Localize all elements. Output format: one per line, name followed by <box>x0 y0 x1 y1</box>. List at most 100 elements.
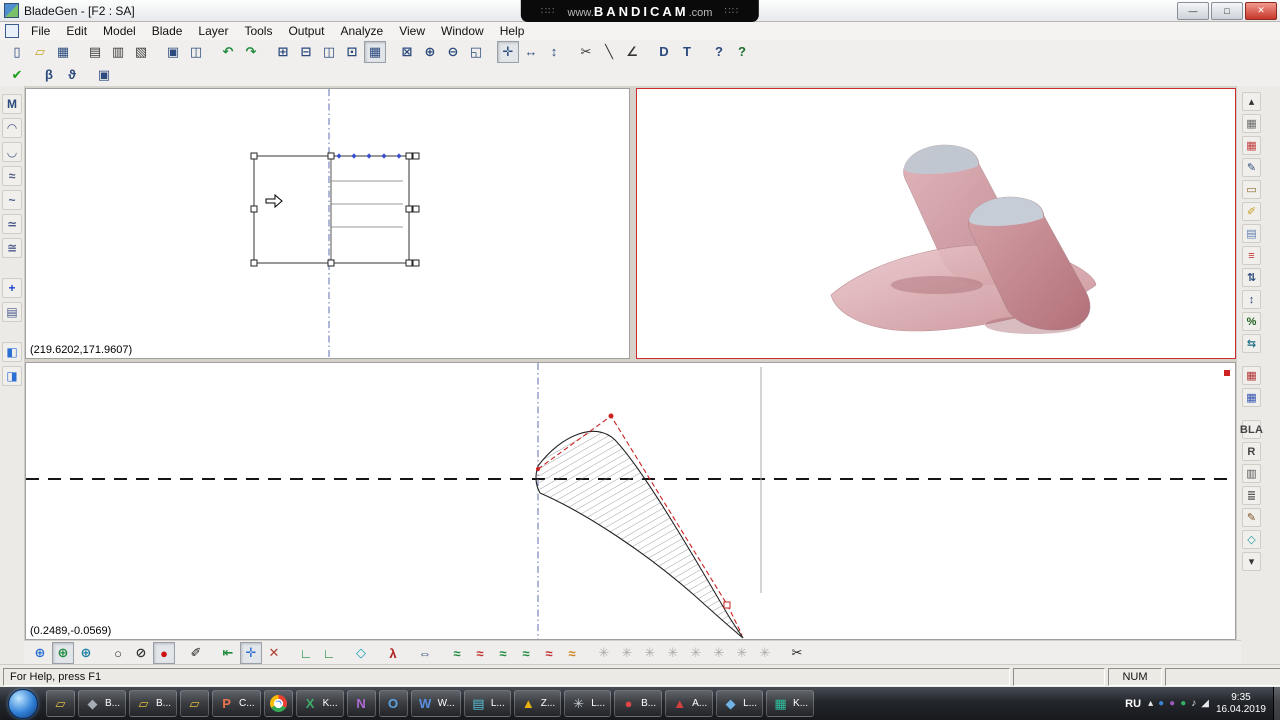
scroll-down-icon[interactable]: ▾ <box>1242 552 1261 571</box>
tangent-left-icon[interactable]: ∟ <box>295 642 317 664</box>
disabled-tool-icon[interactable]: ✳ <box>639 642 661 664</box>
curve-edit-icon[interactable]: ≈ <box>538 642 560 664</box>
marker-pencil-icon[interactable]: ✐ <box>1242 202 1261 221</box>
split-vertical-icon[interactable]: ◫ <box>318 41 340 63</box>
report-grid-icon[interactable]: ▥ <box>1242 464 1261 483</box>
taskbar-chrome[interactable]: ● <box>263 690 293 717</box>
menu-item[interactable]: Window <box>433 22 492 40</box>
disabled-tool-icon[interactable]: ✳ <box>685 642 707 664</box>
palette-icon[interactable]: ▦ <box>1242 136 1261 155</box>
tray-app-green-icon[interactable]: ● <box>1180 698 1186 709</box>
taskbar-editor[interactable]: ▤ L... <box>463 690 511 717</box>
undo-icon[interactable]: ↶ <box>217 41 239 63</box>
save-icon[interactable]: ▦ <box>52 41 74 63</box>
close-button[interactable]: ✕ <box>1245 1 1277 20</box>
show-desktop-button[interactable] <box>1273 687 1280 720</box>
fit-view-icon[interactable]: ⊠ <box>396 41 418 63</box>
text-output-icon[interactable]: T <box>676 41 698 63</box>
new-file-icon[interactable]: ▯ <box>6 41 28 63</box>
taskbar-bandicam[interactable]: ● B... <box>614 690 663 717</box>
curve-edit-icon[interactable]: ≈ <box>446 642 468 664</box>
taskbar-tools[interactable]: ✳ L... <box>564 690 612 717</box>
accept-icon[interactable]: ✔ <box>6 64 28 86</box>
angle-tool-icon[interactable]: ∠ <box>621 41 643 63</box>
menu-item[interactable]: File <box>23 22 58 40</box>
pan-icon[interactable]: ✛ <box>497 40 519 63</box>
active-point-icon[interactable]: ● <box>153 642 175 664</box>
menu-item[interactable]: Edit <box>58 22 95 40</box>
disabled-tool-icon[interactable]: ✳ <box>662 642 684 664</box>
blade-label-icon[interactable]: BLA <box>1240 420 1263 439</box>
stretch-horizontal-icon[interactable]: ↔ <box>520 41 542 63</box>
menu-item[interactable]: Model <box>95 22 144 40</box>
taskbar-powerpoint[interactable]: P C... <box>212 690 261 717</box>
scroll-up-icon[interactable]: ▴ <box>1242 92 1261 111</box>
taskbar-graphics[interactable]: ▲ A... <box>665 690 714 717</box>
data-output-icon[interactable]: D <box>653 41 675 63</box>
taskbar-onenote[interactable]: N <box>346 690 376 717</box>
menu-item[interactable]: Output <box>280 22 332 40</box>
zoom-in-icon[interactable]: ⊕ <box>419 41 441 63</box>
maximize-button[interactable]: □ <box>1211 1 1243 20</box>
split-quad-icon[interactable]: ⊞ <box>272 41 294 63</box>
flip-view-icon[interactable]: ◧ <box>2 342 22 362</box>
curve-edit-icon[interactable]: ≈ <box>469 642 491 664</box>
taskbar-bladegen[interactable]: ◆ L... <box>716 690 764 717</box>
zoom-window-icon[interactable]: ◱ <box>465 41 487 63</box>
kite-icon[interactable]: ◇ <box>350 642 372 664</box>
disabled-tool-icon[interactable]: ✳ <box>708 642 730 664</box>
cut-section-icon[interactable]: ✂ <box>575 41 597 63</box>
diamond-icon[interactable]: ◇ <box>1242 530 1261 549</box>
split-horizontal-icon[interactable]: ⊟ <box>295 41 317 63</box>
lambda-icon[interactable]: λ <box>382 642 404 664</box>
curve-edit-icon[interactable]: ≈ <box>492 642 514 664</box>
print-icon[interactable]: ▤ <box>84 41 106 63</box>
beta-definition-icon[interactable]: β <box>38 64 60 86</box>
span-fit-icon[interactable]: ⇔ <box>414 642 436 664</box>
curve-edit-icon[interactable]: ≈ <box>515 642 537 664</box>
menu-item[interactable]: Blade <box>144 22 191 40</box>
menu-item[interactable]: Layer <box>190 22 236 40</box>
circle-view-icon[interactable]: ○ <box>107 642 129 664</box>
smooth-curve-icon[interactable]: ≃ <box>2 214 22 234</box>
taskbar-folder-3[interactable]: ▱ <box>180 690 210 717</box>
section-circle-icon[interactable]: ⊘ <box>130 642 152 664</box>
start-button[interactable] <box>8 688 38 719</box>
minimize-button[interactable]: — <box>1177 1 1209 20</box>
stretch-vertical-icon[interactable]: ↕ <box>543 41 565 63</box>
taskbar-misc[interactable]: ▦ K... <box>766 690 815 717</box>
thickness-curve-icon[interactable]: ≈ <box>2 166 22 186</box>
open-file-icon[interactable]: ▱ <box>29 41 51 63</box>
orbit-view-icon[interactable]: ⊕ <box>29 642 51 664</box>
clock[interactable]: 9:35 16.04.2019 <box>1216 692 1266 715</box>
edit-points-icon[interactable]: ✕ <box>263 642 285 664</box>
language-indicator[interactable]: RU <box>1125 698 1141 710</box>
theta-definition-icon[interactable]: ϑ <box>61 64 83 86</box>
table-icon[interactable]: ▦ <box>1242 114 1261 133</box>
properties-icon[interactable]: ▣ <box>93 64 115 86</box>
mdi-document-icon[interactable] <box>5 23 19 38</box>
tray-app-purple-icon[interactable]: ● <box>1169 698 1175 709</box>
taskbar-excel[interactable]: X K... <box>295 690 344 717</box>
z-range-icon[interactable]: ↕ <box>1242 290 1261 309</box>
z-updown-icon[interactable]: ⇅ <box>1242 268 1261 287</box>
calculator-red-icon[interactable]: ▦ <box>1242 366 1261 385</box>
crosshair-icon[interactable]: ✛ <box>240 642 262 664</box>
help-icon[interactable]: ? <box>731 41 753 63</box>
page-setup-icon[interactable]: ▧ <box>130 41 152 63</box>
jump-start-icon[interactable]: ⇤ <box>217 642 239 664</box>
taskbar-folder-1[interactable]: ▱ <box>46 690 75 717</box>
cut-profile-icon[interactable]: ✂ <box>786 642 808 664</box>
menu-item[interactable]: Analyze <box>333 22 392 40</box>
taskbar-folder-2[interactable]: ▱ B... <box>129 690 178 717</box>
curve-edit-icon[interactable]: ≈ <box>561 642 583 664</box>
matrix-icon[interactable]: ≡ <box>1242 246 1261 265</box>
wave-curve-icon[interactable]: ≅ <box>2 238 22 258</box>
list-icon[interactable]: ≣ <box>1242 486 1261 505</box>
mesh-icon[interactable]: ▤ <box>1242 224 1261 243</box>
help-select-icon[interactable]: ? <box>708 41 730 63</box>
tray-network-icon[interactable]: ◢ <box>1201 698 1209 709</box>
redo-icon[interactable]: ↷ <box>240 41 262 63</box>
zoom-out-icon[interactable]: ⊖ <box>442 41 464 63</box>
meridional-view-pane[interactable]: (219.6202,171.9607) <box>25 88 630 359</box>
